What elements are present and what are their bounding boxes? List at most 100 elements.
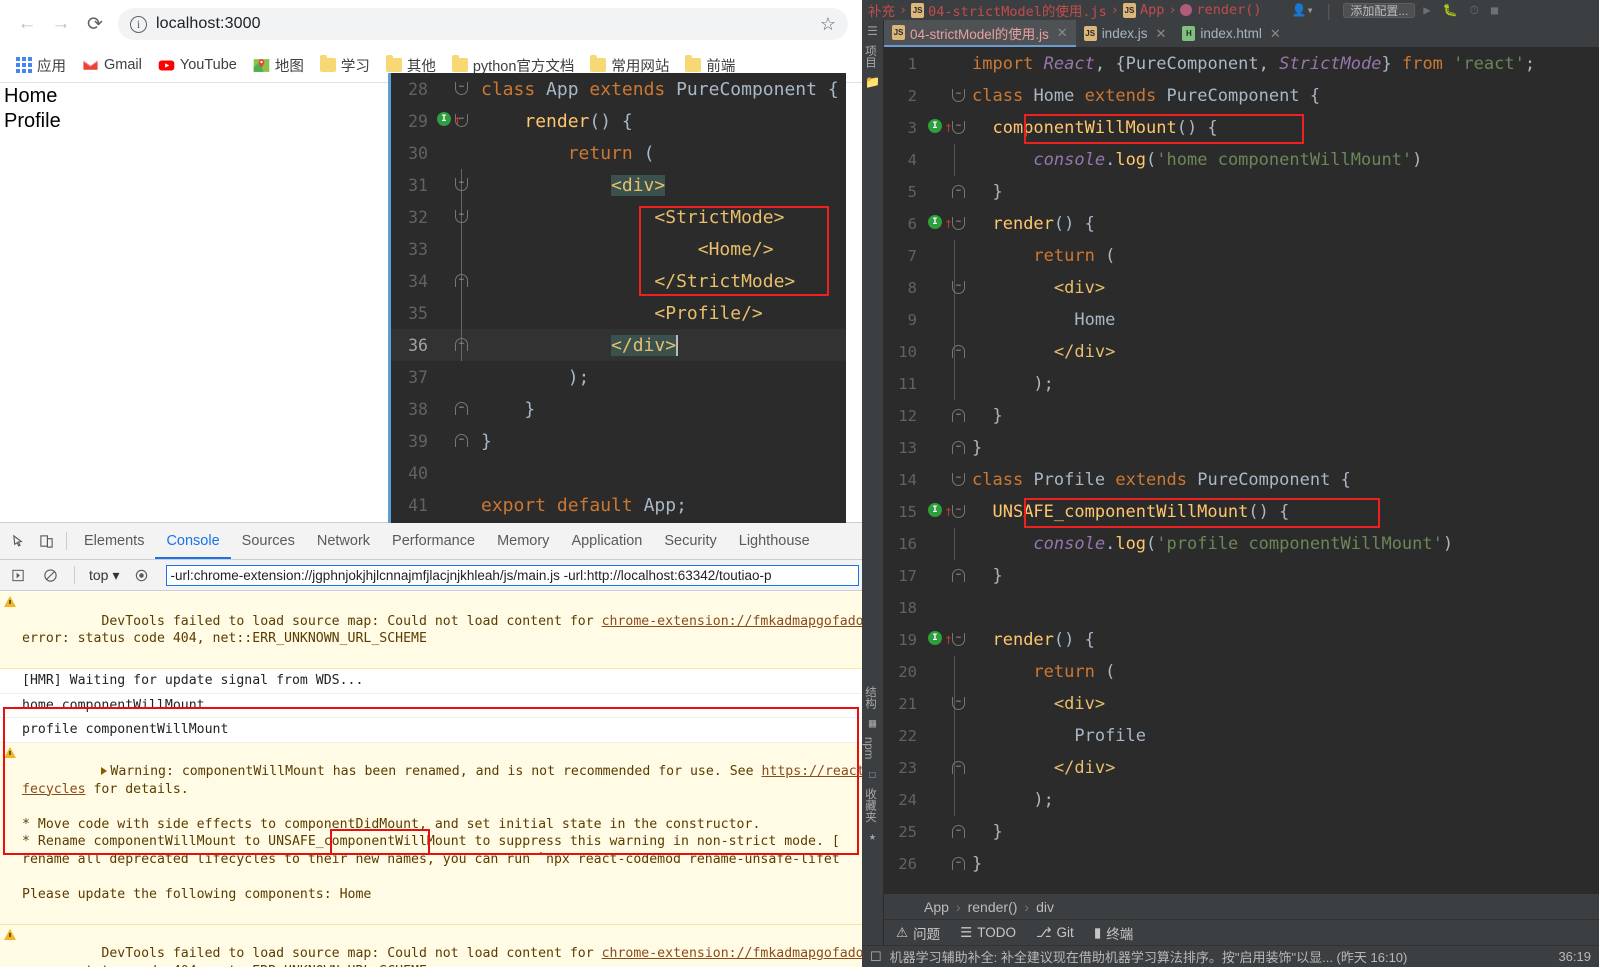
tab-index-js[interactable]: JS index.js ✕ <box>1076 20 1175 47</box>
tab-elements[interactable]: Elements <box>73 523 155 559</box>
run-configuration-selector[interactable]: 添加配置... <box>1343 2 1416 18</box>
fold-icon[interactable]: − <box>952 761 965 774</box>
fold-icon[interactable]: − <box>952 825 965 838</box>
bookmark-youtube[interactable]: YouTube <box>150 53 245 78</box>
folder-icon[interactable]: 📁 <box>862 71 883 93</box>
execute-icon[interactable] <box>4 562 32 588</box>
tab-application[interactable]: Application <box>560 523 653 559</box>
run-marker-icon[interactable]: I <box>928 631 942 645</box>
tab-security[interactable]: Security <box>653 523 727 559</box>
fold-icon[interactable]: − <box>952 441 965 454</box>
close-icon[interactable]: ✕ <box>1155 26 1166 42</box>
run-marker-icon[interactable]: I <box>437 112 451 126</box>
gutter: − <box>437 73 481 105</box>
breadcrumb-project[interactable]: 补充 <box>868 0 895 20</box>
run-marker-icon[interactable]: I <box>928 119 942 133</box>
console-msg-link[interactable]: fecycles <box>22 782 86 797</box>
breadcrumb-div[interactable]: div <box>1036 899 1054 915</box>
expand-triangle-icon[interactable] <box>101 767 108 775</box>
bookmark-maps[interactable]: 地图 <box>245 51 312 80</box>
coverage-icon[interactable]: ⏱ <box>1466 3 1483 18</box>
stop-icon[interactable]: ■ <box>1487 3 1502 17</box>
back-icon[interactable]: ← <box>10 7 44 41</box>
fold-icon[interactable]: − <box>952 121 965 134</box>
device-toolbar-icon[interactable] <box>32 528 60 554</box>
npm-icon[interactable]: ☐ <box>862 763 883 785</box>
fold-icon[interactable]: − <box>952 473 965 486</box>
site-info-icon[interactable]: i <box>130 15 147 33</box>
gutter: I ↑ − <box>924 112 972 144</box>
clear-console-icon[interactable] <box>36 562 64 588</box>
inspect-element-icon[interactable] <box>4 528 32 554</box>
fold-icon[interactable]: − <box>952 633 965 646</box>
run-marker-icon[interactable]: I <box>928 503 942 517</box>
close-icon[interactable]: ✕ <box>1270 26 1281 42</box>
run-icon[interactable]: ▶ <box>1419 3 1434 17</box>
fold-icon[interactable]: − <box>952 505 965 518</box>
structure-icon[interactable]: ▦ <box>862 712 883 734</box>
fold-icon[interactable]: − <box>455 114 468 127</box>
fold-icon[interactable]: − <box>455 178 468 191</box>
fold-icon[interactable]: − <box>952 569 965 582</box>
code-line: 24 ); <box>884 784 1599 816</box>
fold-icon[interactable]: − <box>455 434 468 447</box>
tab-index-html[interactable]: H index.html ✕ <box>1174 20 1288 47</box>
forward-icon[interactable]: → <box>44 7 78 41</box>
bookmark-star-icon[interactable]: ☆ <box>820 14 836 35</box>
tab-sources[interactable]: Sources <box>231 523 306 559</box>
status-button-problems[interactable]: ⚠ 问题 <box>896 923 940 943</box>
strip-label-favorites[interactable]: 收藏夹 <box>862 785 878 826</box>
fold-icon[interactable]: − <box>952 409 965 422</box>
debug-icon[interactable]: 🐛 <box>1439 3 1462 17</box>
breadcrumb-app[interactable]: App <box>924 899 949 915</box>
address-bar[interactable]: i localhost:3000 ☆ <box>118 8 848 40</box>
reload-icon[interactable]: ⟳ <box>78 7 112 41</box>
fold-icon[interactable]: − <box>455 338 468 351</box>
fold-icon[interactable]: − <box>455 402 468 415</box>
eye-icon[interactable] <box>128 562 156 588</box>
close-icon[interactable]: ✕ <box>1057 25 1068 41</box>
breadcrumb-class[interactable]: App <box>1140 2 1164 18</box>
tab-network[interactable]: Network <box>306 523 381 559</box>
console-filter-input[interactable]: -url:chrome-extension://jgphnjokjhjlcnna… <box>165 564 859 586</box>
fold-icon[interactable]: − <box>952 89 965 102</box>
strip-label-structure[interactable]: 结构 <box>862 683 878 712</box>
strip-label-npm[interactable]: npm <box>862 734 874 762</box>
fold-icon[interactable]: − <box>455 210 468 223</box>
tab-console[interactable]: Console <box>155 523 231 559</box>
console-msg-link[interactable]: chrome-extension://fmkadmapgofadopljbjfk <box>602 614 862 629</box>
status-button-todo[interactable]: ☰ TODO <box>960 925 1016 941</box>
star-icon[interactable]: ★ <box>862 825 883 847</box>
fold-icon[interactable]: − <box>952 217 965 230</box>
tab-lighthouse[interactable]: Lighthouse <box>728 523 821 559</box>
tab-memory[interactable]: Memory <box>486 523 560 559</box>
fold-icon[interactable]: − <box>455 82 468 95</box>
caret-position[interactable]: 36:19 <box>1558 949 1599 964</box>
tab-04-strictmodel[interactable]: JS 04-strictModel的使用.js ✕ <box>884 20 1076 47</box>
fold-icon[interactable]: − <box>952 697 965 710</box>
fold-icon[interactable]: − <box>952 345 965 358</box>
breadcrumb-file[interactable]: 04-strictModel的使用.js <box>928 0 1107 20</box>
ide-code-editor[interactable]: 1 import React, {PureComponent, StrictMo… <box>884 48 1599 894</box>
tab-performance[interactable]: Performance <box>381 523 486 559</box>
fold-icon[interactable]: − <box>952 185 965 198</box>
bookmark-apps[interactable]: 应用 <box>8 51 74 80</box>
console-context-select[interactable]: top ▾ <box>85 567 124 584</box>
breadcrumb-method[interactable]: render() <box>1196 2 1261 18</box>
breadcrumb-render[interactable]: render() <box>968 899 1018 915</box>
fold-icon[interactable]: − <box>455 274 468 287</box>
fold-icon[interactable]: − <box>952 281 965 294</box>
strip-label-project[interactable]: 项目 <box>862 42 878 71</box>
bookmark-folder-study[interactable]: 学习 <box>312 51 378 80</box>
console-msg-link[interactable]: https://reactjs.org/ <box>761 764 862 779</box>
status-button-git[interactable]: ⎇ Git <box>1036 925 1074 941</box>
gutter: − <box>924 752 972 784</box>
run-marker-icon[interactable]: I <box>928 215 942 229</box>
user-icon[interactable]: 👤▾ <box>1292 3 1314 17</box>
bookmark-gmail[interactable]: Gmail <box>74 53 150 78</box>
console-msg-link[interactable]: chrome-extension://fmkadmapgofadopljbjfk <box>602 946 862 961</box>
project-window-icon[interactable]: ☰ <box>862 20 883 42</box>
ide-status-message[interactable]: 机器学习辅助补全: 补全建议现在借助机器学习算法排序。按"启用装饰"以显... … <box>890 947 1408 966</box>
status-button-terminal[interactable]: ▮ 终端 <box>1094 923 1133 943</box>
fold-icon[interactable]: − <box>952 857 965 870</box>
